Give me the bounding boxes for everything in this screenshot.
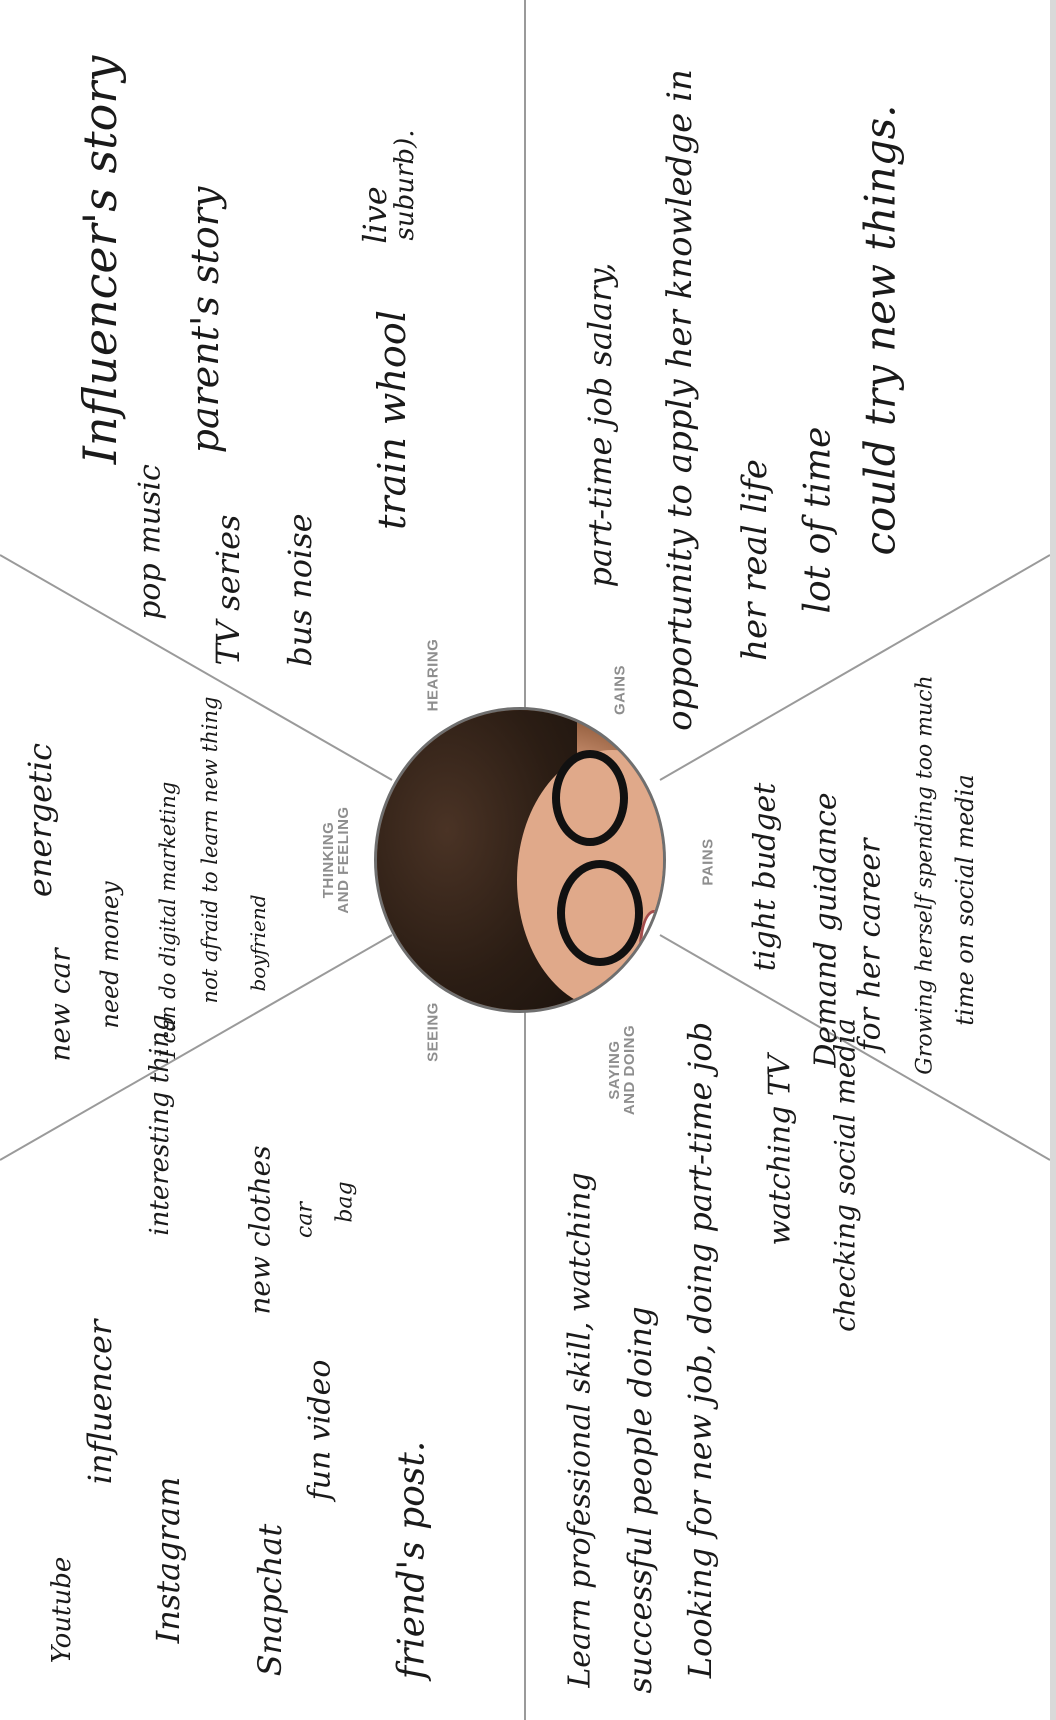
pains-note: tight budget bbox=[747, 782, 783, 972]
divider-upper-right bbox=[659, 554, 1050, 781]
saying-note: successful people doing bbox=[621, 1306, 659, 1694]
hearing-note: pop music bbox=[132, 464, 168, 620]
saying-note: Learn professional skill, watching bbox=[562, 1172, 598, 1688]
thinking-note: need money bbox=[96, 881, 124, 1029]
hearing-note: train whool bbox=[370, 310, 414, 530]
seeing-note: fun video bbox=[302, 1359, 338, 1501]
saying-note: checking social media bbox=[828, 1018, 862, 1332]
page-edge bbox=[1050, 0, 1056, 1720]
avatar-glasses-lens bbox=[552, 750, 628, 846]
persona-avatar bbox=[374, 707, 666, 1013]
section-label-hearing: HEARING bbox=[424, 638, 442, 712]
thinking-note: not afraid to learn new thing bbox=[198, 696, 222, 1004]
empathy-map-canvas: HEARING GAINS PAINS SAYING AND DOING THI… bbox=[0, 0, 1050, 1720]
seeing-note: Snapchat bbox=[251, 1523, 289, 1677]
avatar-smile bbox=[639, 910, 663, 986]
saying-note: Looking for new job, doing part-time job bbox=[681, 1021, 719, 1679]
seeing-note: new clothes bbox=[243, 1145, 277, 1315]
section-label-seeing: SEEING bbox=[424, 1002, 442, 1062]
gains-note: part-time job salary, bbox=[581, 262, 619, 588]
gains-note: lot of time bbox=[797, 426, 839, 614]
seeing-note: influencer bbox=[81, 1319, 119, 1485]
seeing-note: bag bbox=[332, 1181, 358, 1223]
hearing-note: TV series bbox=[209, 514, 247, 666]
seeing-note: interesting thing bbox=[145, 1014, 175, 1236]
section-label-gains: GAINS bbox=[611, 664, 629, 716]
hearing-note: Influencer's story bbox=[73, 55, 127, 465]
section-label-saying-and-doing: SAYING AND DOING bbox=[606, 1024, 638, 1116]
avatar-glasses-lens bbox=[557, 860, 643, 966]
hearing-note: live bbox=[356, 186, 394, 244]
thinking-note: energetic bbox=[21, 742, 59, 898]
hearing-note: parent's story bbox=[183, 186, 227, 454]
pains-note: Growing herself spending too much bbox=[912, 675, 938, 1075]
seeing-note: car bbox=[292, 1202, 318, 1238]
saying-note: watching TV bbox=[762, 1054, 798, 1246]
thinking-note: boyfriend bbox=[246, 894, 270, 992]
seeing-note: friend's post. bbox=[391, 1440, 433, 1680]
pains-note: time on social media bbox=[951, 774, 979, 1026]
section-label-pains: PAINS bbox=[699, 838, 717, 886]
seeing-note: Instagram bbox=[149, 1476, 187, 1644]
gains-note: could try new things. bbox=[855, 104, 905, 556]
empathy-map: HEARING GAINS PAINS SAYING AND DOING THI… bbox=[0, 0, 1056, 1720]
section-label-thinking-and-feeling: THINKING AND FEELING bbox=[320, 806, 352, 914]
hearing-note: suburb). bbox=[390, 129, 420, 241]
thinking-note: new car bbox=[43, 948, 77, 1062]
gains-note: her real life bbox=[735, 459, 775, 661]
hearing-note: bus noise bbox=[281, 513, 319, 667]
seeing-note: Youtube bbox=[47, 1556, 77, 1664]
gains-note: opportunity to apply her knowledge in bbox=[660, 69, 700, 731]
